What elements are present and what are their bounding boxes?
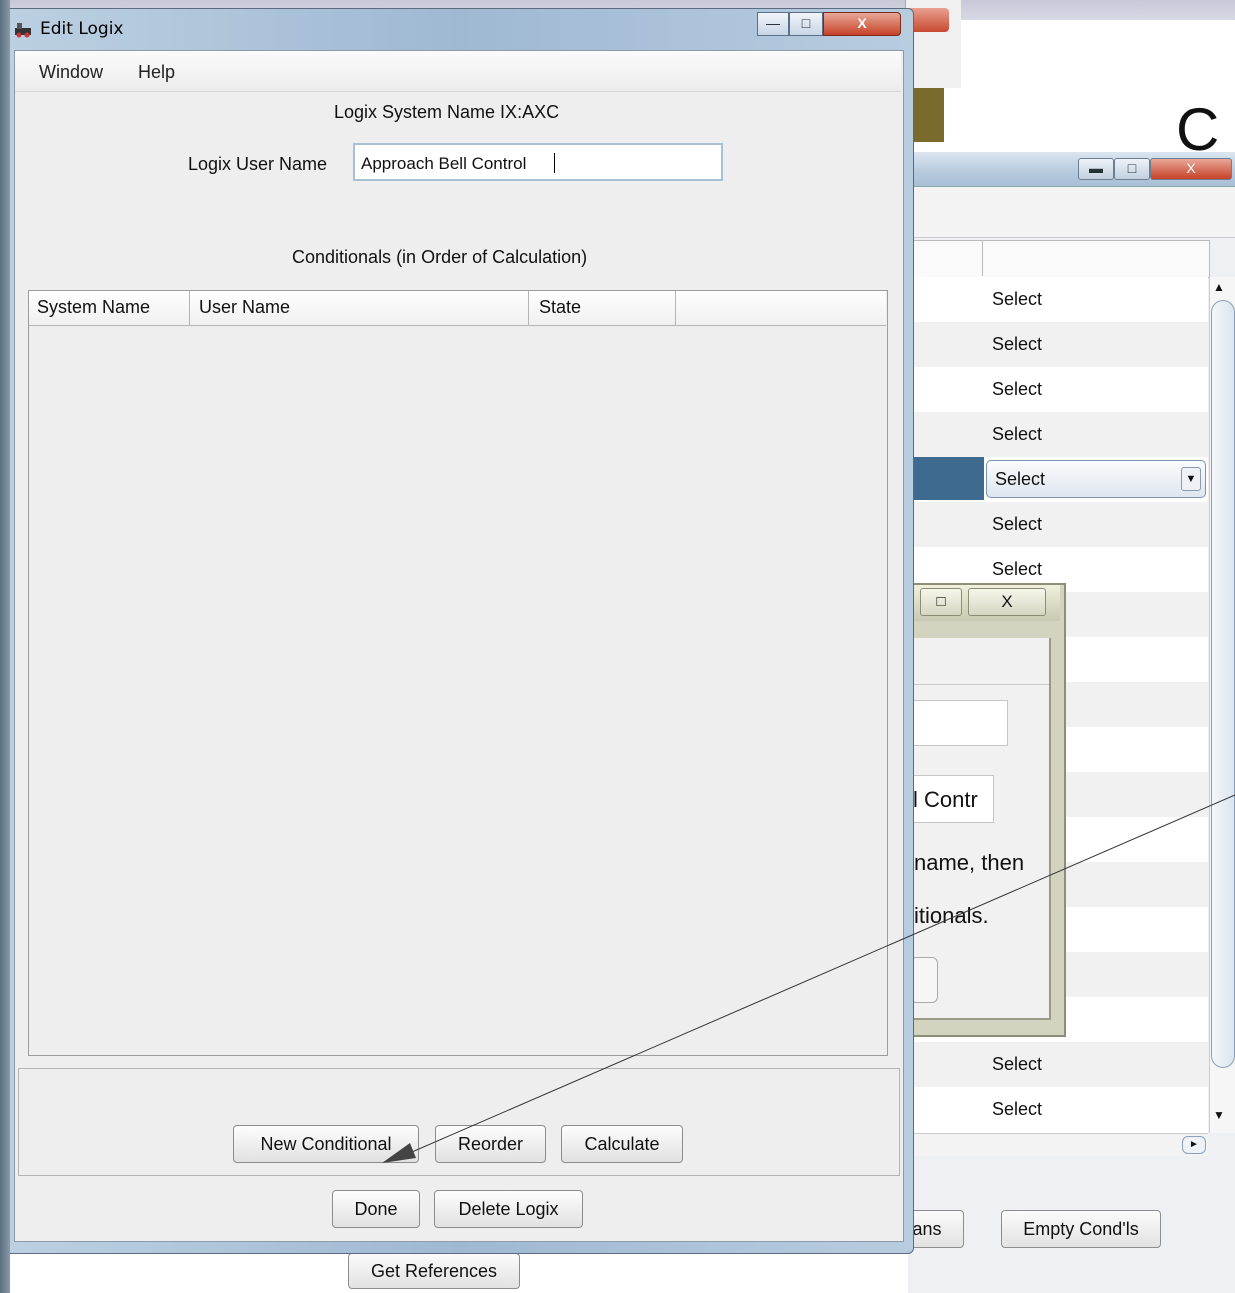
header-divider xyxy=(528,291,529,325)
dialog-user-name-field[interactable]: l Contr xyxy=(910,775,994,823)
column-header-system-name[interactable]: System Name xyxy=(37,297,150,318)
menu-window[interactable]: Window xyxy=(39,62,103,83)
menu-help[interactable]: Help xyxy=(138,62,175,83)
dialog-user-name-value: l Contr xyxy=(913,787,978,812)
user-name-value: Approach Bell Control xyxy=(361,154,527,173)
scroll-up-icon[interactable]: ▲ xyxy=(1213,280,1225,294)
dialog-system-name-field[interactable] xyxy=(910,700,1008,746)
select-dropdown-value: Select xyxy=(995,469,1046,489)
header-divider xyxy=(675,291,676,325)
scroll-down-icon[interactable]: ▼ xyxy=(1213,1108,1225,1122)
get-references-button[interactable]: Get References xyxy=(348,1253,520,1289)
reorder-button[interactable]: Reorder xyxy=(435,1125,546,1163)
logix-table-menubar xyxy=(908,187,1235,238)
desktop-left-strip xyxy=(0,0,10,1293)
calculate-button[interactable]: Calculate xyxy=(561,1125,683,1163)
text-caret xyxy=(554,153,555,173)
dialog-button[interactable] xyxy=(910,957,938,1003)
table-row[interactable]: Select xyxy=(912,367,1208,412)
app-icon xyxy=(15,23,31,38)
chevron-down-icon[interactable]: ▼ xyxy=(1181,467,1201,491)
user-name-input[interactable]: Approach Bell Control xyxy=(353,143,723,181)
vertical-scrollbar-thumb[interactable] xyxy=(1211,300,1235,1068)
selected-row-highlight xyxy=(912,457,984,500)
scroll-right-icon[interactable]: ► xyxy=(1182,1136,1206,1154)
logix-table-header xyxy=(912,240,1210,278)
table-row[interactable]: Select xyxy=(912,502,1208,547)
conditionals-table[interactable] xyxy=(28,290,888,1056)
done-button[interactable]: Done xyxy=(332,1190,420,1228)
table-row[interactable]: Select xyxy=(912,412,1208,457)
select-cell[interactable]: Select xyxy=(992,424,1042,445)
close-icon[interactable]: X xyxy=(823,12,901,36)
select-cell[interactable]: Select xyxy=(992,514,1042,535)
new-conditional-button[interactable]: New Conditional xyxy=(233,1125,419,1163)
column-header-user-name[interactable]: User Name xyxy=(199,297,290,318)
select-cell[interactable]: Select xyxy=(992,559,1042,580)
empty-conditionals-button[interactable]: Empty Cond'ls xyxy=(1001,1210,1161,1248)
select-dropdown[interactable]: Select ▼ xyxy=(986,460,1206,498)
conditionals-label: Conditionals (in Order of Calculation) xyxy=(292,247,588,267)
delete-logix-button[interactable]: Delete Logix xyxy=(434,1190,583,1228)
system-name-label: Logix System Name IX:AXC xyxy=(334,102,560,122)
select-cell[interactable]: Select xyxy=(992,289,1042,310)
table-row[interactable]: Select xyxy=(912,277,1208,322)
table-row[interactable]: Select xyxy=(912,1087,1208,1132)
header-divider xyxy=(189,291,190,325)
minimize-icon[interactable]: ▬ xyxy=(1078,158,1114,180)
table-row[interactable]: Select xyxy=(912,322,1208,367)
divider xyxy=(908,684,1049,685)
close-icon[interactable]: X xyxy=(968,588,1046,616)
maximize-icon[interactable]: □ xyxy=(789,12,823,36)
header-divider xyxy=(982,240,983,276)
dialog-message-line: name, then xyxy=(914,850,1025,875)
select-cell[interactable]: Select xyxy=(992,334,1042,355)
select-cell[interactable]: Select xyxy=(992,1054,1042,1075)
column-header-state[interactable]: State xyxy=(539,297,581,318)
logix-table-titlebar: ▬ □ X xyxy=(908,152,1235,187)
maximize-icon[interactable]: □ xyxy=(920,588,962,616)
window-title: Edit Logix xyxy=(40,19,124,39)
minimize-icon[interactable]: — xyxy=(757,12,789,36)
background-image-fragment xyxy=(912,88,944,142)
conditionals-table-header xyxy=(29,291,886,326)
user-name-label: Logix User Name xyxy=(188,154,328,174)
close-icon[interactable]: X xyxy=(1150,158,1232,180)
table-row[interactable]: Select xyxy=(912,1042,1208,1087)
select-cell[interactable]: Select xyxy=(992,1099,1042,1120)
maximize-icon[interactable]: □ xyxy=(1114,158,1150,180)
dialog-message-line: itionals. xyxy=(914,903,989,928)
select-cell[interactable]: Select xyxy=(992,379,1042,400)
horizontal-scrollbar[interactable] xyxy=(912,1133,1208,1156)
